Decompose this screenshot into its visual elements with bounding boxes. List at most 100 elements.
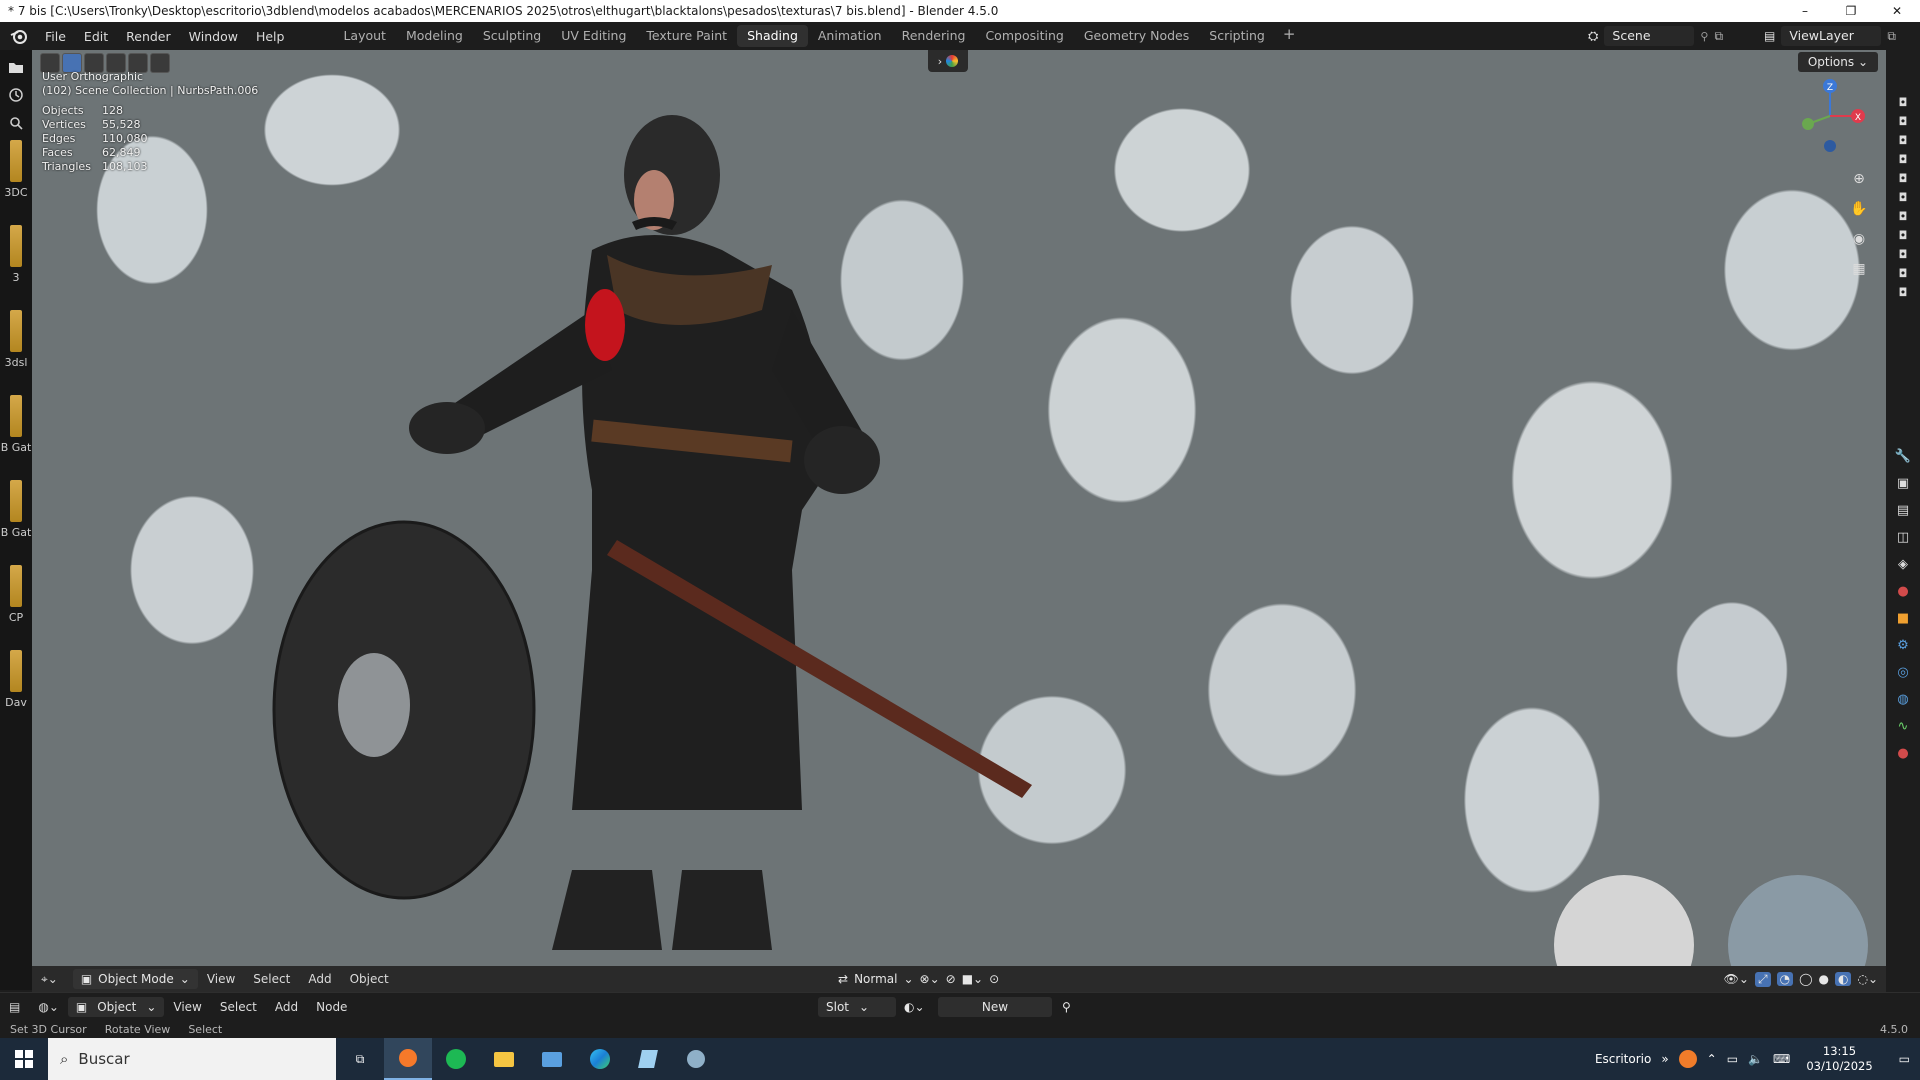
editor-type-icon[interactable]: ⌖⌄ <box>32 972 67 987</box>
menu-edit[interactable]: Edit <box>75 29 117 44</box>
camera-icon[interactable]: ◘ <box>1899 191 1908 204</box>
chevron-down-icon[interactable]: ⌄ <box>903 972 913 986</box>
material-browse-icon[interactable]: ◐⌄ <box>904 1000 925 1014</box>
proportional-edit-icon[interactable]: ⊙ <box>989 972 999 986</box>
menu-select[interactable]: Select <box>244 972 299 986</box>
tab-animation[interactable]: Animation <box>808 25 892 47</box>
close-button[interactable]: ✕ <box>1874 0 1920 22</box>
menu-object[interactable]: Object <box>341 972 398 986</box>
menu-view[interactable]: View <box>198 972 244 986</box>
menu-node[interactable]: Node <box>307 1000 356 1014</box>
tab-modeling[interactable]: Modeling <box>396 25 473 47</box>
asset-thumb[interactable] <box>10 650 22 692</box>
task-view-icon[interactable]: ⧉ <box>336 1038 384 1080</box>
volume-icon[interactable]: 🔈 <box>1748 1052 1763 1066</box>
camera-icon[interactable]: ◘ <box>1899 248 1908 261</box>
tab-uv-editing[interactable]: UV Editing <box>551 25 636 47</box>
menu-add[interactable]: Add <box>299 972 340 986</box>
scene-selector[interactable]: ⛭ Scene ⚲ ⧉ <box>1588 25 1748 47</box>
tab-sculpting[interactable]: Sculpting <box>473 25 551 47</box>
viewlayer-name[interactable]: ViewLayer <box>1781 26 1882 46</box>
minimize-button[interactable]: – <box>1782 0 1828 22</box>
asset-thumb[interactable] <box>10 395 22 437</box>
recent-icon[interactable] <box>5 84 27 106</box>
tab-compositing[interactable]: Compositing <box>975 25 1073 47</box>
file-explorer-icon[interactable] <box>480 1038 528 1080</box>
visibility-icon[interactable]: 👁⌄ <box>1724 972 1749 986</box>
tab-texture-paint[interactable]: Texture Paint <box>636 25 737 47</box>
particles-icon[interactable]: ◎ <box>1897 665 1908 680</box>
blender-logo-icon[interactable] <box>8 25 30 47</box>
taskbar-search[interactable]: ⌕ Buscar <box>48 1038 336 1080</box>
camera-icon[interactable]: ◘ <box>1899 267 1908 280</box>
editor-type-icon[interactable]: ▤ <box>0 1000 29 1014</box>
menu-render[interactable]: Render <box>117 29 180 44</box>
windows-start-icon[interactable] <box>0 1038 48 1080</box>
edge-browser-icon[interactable] <box>576 1038 624 1080</box>
modifier-icon[interactable]: ⚙ <box>1897 638 1909 653</box>
camera-icon[interactable]: ◘ <box>1899 172 1908 185</box>
scene-name[interactable]: Scene <box>1604 26 1695 46</box>
notifications-icon[interactable]: ▭ <box>1889 1052 1920 1066</box>
pan-hand-icon[interactable]: ✋ <box>1848 198 1870 220</box>
chevron-up-icon[interactable]: » <box>1661 1052 1668 1066</box>
orientation-dropdown[interactable]: Normal <box>854 972 897 986</box>
camera-icon[interactable]: ◘ <box>1899 96 1908 109</box>
options-dropdown[interactable]: Options ⌄ <box>1797 52 1878 72</box>
3d-viewport[interactable]: User Orthographic (102) Scene Collection… <box>32 50 1886 966</box>
tab-scripting[interactable]: Scripting <box>1199 25 1275 47</box>
tab-rendering[interactable]: Rendering <box>892 25 976 47</box>
asset-thumb[interactable] <box>10 480 22 522</box>
camera-icon[interactable]: ◘ <box>1899 134 1908 147</box>
snap-icon[interactable]: ⊘ <box>946 972 956 986</box>
camera-icon[interactable]: ◘ <box>1899 210 1908 223</box>
mode-dropdown[interactable]: ▣ Object Mode ⌄ <box>72 969 198 989</box>
asset-thumb[interactable] <box>10 565 22 607</box>
menu-view[interactable]: View <box>164 1000 210 1014</box>
tray-expand-icon[interactable]: ⌃ <box>1707 1052 1717 1066</box>
physics-icon[interactable]: ◍ <box>1897 692 1908 707</box>
material-icon[interactable]: ● <box>1897 746 1908 761</box>
zoom-icon[interactable]: ⊕ <box>1848 168 1870 190</box>
shader-type-icon[interactable]: ◍⌄ <box>29 1000 68 1014</box>
output-icon[interactable]: ▤ <box>1897 503 1909 518</box>
input-icon[interactable]: ⌨ <box>1773 1052 1790 1066</box>
tab-geometry-nodes[interactable]: Geometry Nodes <box>1074 25 1199 47</box>
scene-icon[interactable]: ◈ <box>1898 557 1908 572</box>
solid-shading-icon[interactable]: ● <box>1819 972 1829 986</box>
tab-shading[interactable]: Shading <box>737 25 808 47</box>
new-material-button[interactable]: New <box>938 996 1052 1017</box>
menu-file[interactable]: File <box>36 29 75 44</box>
photos-app-icon[interactable] <box>528 1038 576 1080</box>
tab-layout[interactable]: Layout <box>333 25 396 47</box>
new-scene-icon[interactable]: ⧉ <box>1714 29 1723 44</box>
render-icon[interactable]: ▣ <box>1897 476 1909 491</box>
overlay-toggle-icon[interactable]: ◔ <box>1776 972 1794 986</box>
asset-thumb[interactable] <box>10 225 22 267</box>
viewlayer-selector[interactable]: ▤ ViewLayer ⧉ <box>1764 25 1920 47</box>
constraints-icon[interactable]: ∿ <box>1898 719 1909 734</box>
camera-icon[interactable]: ◘ <box>1899 229 1908 242</box>
material-shading-icon[interactable]: ◐ <box>1834 972 1852 986</box>
render-engine-toggle[interactable]: › <box>928 50 968 72</box>
object-icon[interactable]: ■ <box>1897 611 1909 626</box>
pivot-icon[interactable]: ⊗⌄ <box>920 972 940 986</box>
snap-target-icon[interactable]: ■⌄ <box>962 972 983 986</box>
new-viewlayer-icon[interactable]: ⧉ <box>1887 29 1896 44</box>
notification-app-icon[interactable] <box>1678 1050 1697 1068</box>
tool-icon[interactable]: 🔧 <box>1895 449 1911 464</box>
navigation-gizmo[interactable]: Z X <box>1790 76 1870 156</box>
pin-icon[interactable]: ⚲ <box>1700 30 1708 43</box>
wireframe-shading-icon[interactable]: ◯ <box>1799 972 1812 986</box>
object-dropdown[interactable]: ▣ Object ⌄ <box>67 996 165 1017</box>
add-workspace-icon[interactable]: + <box>1275 25 1304 47</box>
menu-help[interactable]: Help <box>247 29 294 44</box>
camera-icon[interactable]: ◉ <box>1848 228 1870 250</box>
world-icon[interactable]: ● <box>1897 584 1908 599</box>
slot-dropdown[interactable]: Slot ⌄ <box>818 996 896 1017</box>
folder-icon[interactable] <box>5 56 27 78</box>
notes-app-icon[interactable] <box>624 1038 672 1080</box>
pin-icon[interactable]: ⚲ <box>1062 1000 1071 1014</box>
grid-icon[interactable]: ▦ <box>1848 258 1870 280</box>
rendered-shading-icon[interactable]: ◌⌄ <box>1857 972 1878 986</box>
